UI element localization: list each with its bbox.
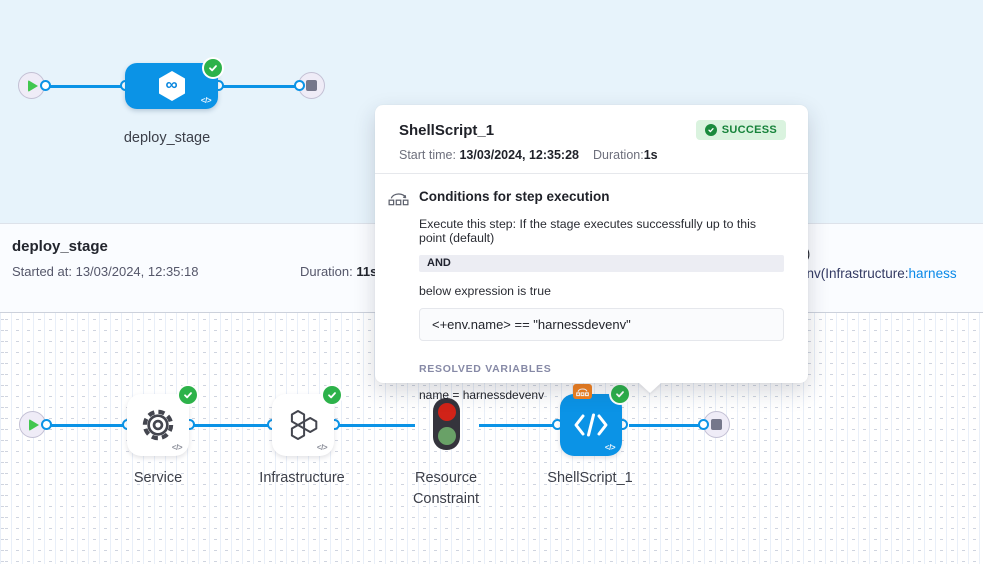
clipped-text-line2: env(Infrastructure:harness: [799, 264, 983, 284]
play-icon: [29, 419, 39, 431]
code-toggle-icon: </>: [172, 443, 182, 452]
conditions-flow-icon: [388, 191, 409, 206]
step-edge: [334, 424, 415, 427]
execute-condition-text: Execute this step: If the stage executes…: [419, 217, 784, 245]
step-success-check-icon: [323, 386, 341, 404]
status-badge: SUCCESS: [696, 120, 786, 140]
step-edge: [46, 424, 127, 427]
stage-duration-label: Duration:: [300, 264, 356, 279]
pipeline-execution-view: ∞ </> deploy_stage deploy_stage Started …: [0, 0, 983, 564]
expression-intro-text: below expression is true: [419, 284, 784, 298]
step-success-check-icon: [179, 386, 197, 404]
stage-edge: [45, 85, 125, 88]
cd-stage-icon: ∞: [154, 68, 190, 104]
operator-bar: AND: [419, 255, 784, 272]
stage-node-label[interactable]: deploy_stage: [124, 128, 210, 149]
stage-panel-title: deploy_stage: [12, 238, 108, 255]
infrastructure-link[interactable]: harness: [909, 266, 957, 281]
step-node-shellscript[interactable]: </>: [560, 394, 622, 456]
play-icon: [28, 80, 38, 92]
infrastructure-text: env(Infrastructure:: [799, 266, 909, 281]
code-toggle-icon: </>: [201, 96, 211, 105]
shell-script-icon: [571, 409, 611, 441]
stage-edge: [218, 85, 299, 88]
conditions-heading: Conditions for step execution: [419, 189, 784, 204]
infinity-icon: ∞: [154, 68, 190, 104]
stage-success-check-icon: [204, 59, 222, 77]
code-toggle-icon: </>: [317, 443, 327, 452]
popup-header: ShellScript_1 Start time: 13/03/2024, 12…: [375, 105, 808, 174]
start-time-value: 13/03/2024, 12:35:28: [459, 148, 579, 162]
clipped-stage-details: s) env(Infrastructure:harness: [799, 244, 983, 284]
popup-duration-value: 1s: [644, 148, 658, 162]
success-check-icon: [705, 124, 717, 136]
stage-duration: Duration: 11s: [300, 264, 377, 279]
step-edge: [629, 424, 703, 427]
stage-started-at: Started at: 13/03/2024, 12:35:18: [12, 264, 198, 279]
clipped-text-line1: s): [799, 244, 983, 264]
step-label-infrastructure[interactable]: Infrastructure: [259, 468, 344, 489]
step-details-popup: ShellScript_1 Start time: 13/03/2024, 12…: [375, 105, 808, 383]
hexagons-icon: [284, 407, 322, 443]
status-badge-label: SUCCESS: [722, 124, 777, 136]
edge-point[interactable]: [698, 419, 709, 430]
step-label-shellscript[interactable]: ShellScript_1: [547, 468, 632, 489]
popup-duration-label: Duration:: [593, 148, 644, 162]
traffic-light-green-icon: [438, 427, 456, 445]
expression-box: <+env.name> == "harnessdevenv": [419, 308, 784, 341]
gear-icon: [139, 406, 177, 444]
step-label-resource-constraint[interactable]: Resource Constraint: [400, 468, 492, 510]
traffic-light-red-icon: [438, 403, 456, 421]
step-node-infrastructure[interactable]: </>: [272, 394, 334, 456]
edge-point[interactable]: [40, 80, 51, 91]
stop-icon: [711, 419, 722, 430]
step-node-service[interactable]: </>: [127, 394, 189, 456]
step-node-resource-constraint[interactable]: [433, 398, 460, 450]
edge-point[interactable]: [41, 419, 52, 430]
edge-point[interactable]: [294, 80, 305, 91]
step-label-service[interactable]: Service: [134, 468, 182, 489]
popup-body: Conditions for step execution Execute th…: [375, 174, 808, 402]
step-edge: [479, 424, 557, 427]
stop-icon: [306, 80, 317, 91]
popup-meta: Start time: 13/03/2024, 12:35:28 Duration…: [399, 148, 786, 162]
resolved-variable-value: name = harnessdevenv: [419, 388, 784, 402]
code-toggle-icon: </>: [605, 443, 615, 452]
step-edge: [189, 424, 272, 427]
resolved-variables-heading: RESOLVED VARIABLES: [419, 363, 784, 375]
popup-arrow: [638, 382, 662, 393]
start-time-label: Start time:: [399, 148, 459, 162]
